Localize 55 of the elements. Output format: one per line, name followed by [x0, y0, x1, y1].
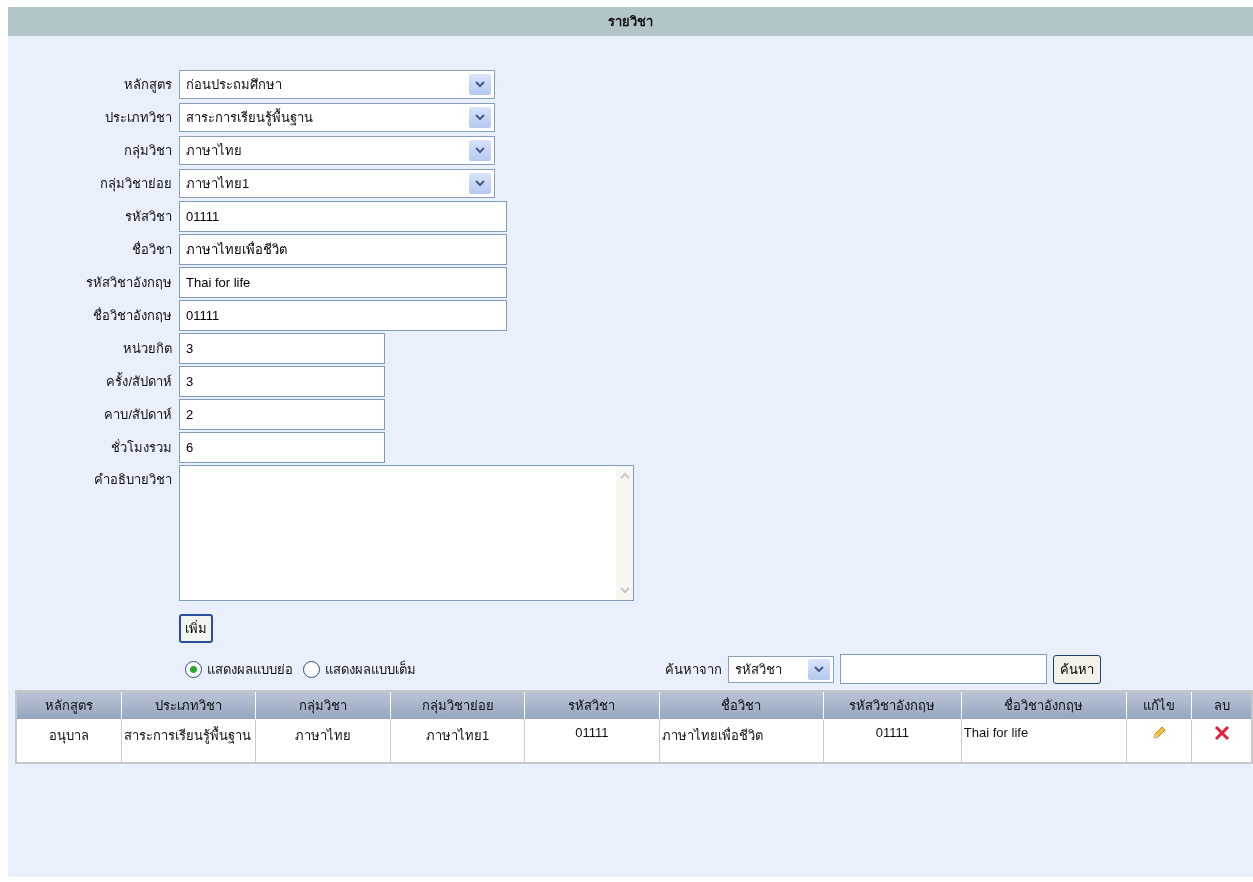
dropdown[interactable]: ภาษาไทย [179, 136, 495, 165]
field-label: ประเภทวิชา [104, 109, 173, 127]
column-header: กลุ่มวิชาย่อย [390, 691, 525, 720]
input-field[interactable]: 01111 [179, 300, 507, 331]
table-cell: สาระการเรียนรู้พื้นฐาน [121, 719, 256, 763]
input-field[interactable]: 01111 [179, 201, 507, 232]
table-cell: Thai for life [961, 719, 1127, 763]
search-dropdown[interactable]: รหัสวิชา [728, 655, 834, 683]
table-cell: อนุบาล [16, 719, 122, 763]
pencil-icon[interactable] [1151, 725, 1167, 740]
column-header: ชื่อวิชาอังกฤษ [961, 691, 1127, 720]
column-header: หลักสูตร [16, 691, 122, 720]
input-field[interactable]: 2 [179, 399, 385, 430]
field-label: ครั้ง/สัปดาห์ [105, 371, 173, 391]
table-cell: 01111 [524, 719, 660, 763]
radio-button[interactable] [185, 660, 202, 678]
add-button[interactable]: เพิ่ม [179, 614, 213, 643]
column-header: ชื่อวิชา [659, 691, 824, 720]
field-label: ชั่วโมงรวม [110, 438, 173, 457]
input-field[interactable]: 3 [179, 366, 385, 397]
radio-button[interactable] [303, 660, 320, 678]
search-button[interactable]: ค้นหา [1053, 654, 1101, 684]
input-field[interactable]: Thai for life [179, 267, 507, 298]
field-label: คาบ/สัปดาห์ [103, 406, 173, 424]
search-label: ค้นหาจาก [665, 660, 722, 679]
table-cell: 01111 [823, 719, 962, 763]
field-label: รหัสวิชาอังกฤษ [85, 274, 173, 292]
field-label: ชื่อวิชา [131, 240, 173, 259]
page-header: รายวิชา [8, 7, 1253, 36]
table-cell: ภาษาไทยเพื่อชีวิต [659, 719, 824, 763]
search-field[interactable] [840, 654, 1047, 684]
delete-icon[interactable] [1213, 725, 1230, 741]
input-field[interactable]: ภาษาไทยเพื่อชีวิต [179, 234, 507, 265]
dropdown[interactable]: ก่อนประถมศึกษา [179, 70, 495, 99]
field-label: กลุ่มวิชาย่อย [99, 175, 173, 194]
column-header: กลุ่มวิชา [255, 691, 391, 720]
field-label: ชื่อวิชาอังกฤษ [92, 306, 173, 325]
dropdown[interactable]: สาระการเรียนรู้พื้นฐาน [179, 103, 495, 132]
column-header: ประเภทวิชา [121, 691, 256, 720]
table-cell: ภาษาไทย1 [390, 719, 525, 763]
field-label: หน่วยกิต [122, 340, 173, 358]
column-header: แก้ไข [1126, 691, 1192, 720]
column-header: รหัสวิชา [524, 691, 660, 720]
field-label: รหัสวิชา [124, 208, 173, 226]
input-field[interactable]: 3 [179, 333, 385, 364]
radio-label[interactable]: แสดงผลแบบเต็ม [325, 658, 416, 680]
field-label: กลุ่มวิชา [123, 142, 173, 161]
radio-label[interactable]: แสดงผลแบบย่อ [207, 658, 293, 680]
column-header: ลบ [1191, 691, 1252, 720]
input-field[interactable]: 6 [179, 432, 385, 463]
table-cell: ภาษาไทย [255, 719, 391, 763]
field-label: หลักสูตร [123, 76, 173, 95]
column-header: รหัสวิชาอังกฤษ [823, 691, 962, 720]
field-label: คำอธิบายวิชา [93, 471, 173, 489]
dropdown[interactable]: ภาษาไทย1 [179, 169, 495, 198]
